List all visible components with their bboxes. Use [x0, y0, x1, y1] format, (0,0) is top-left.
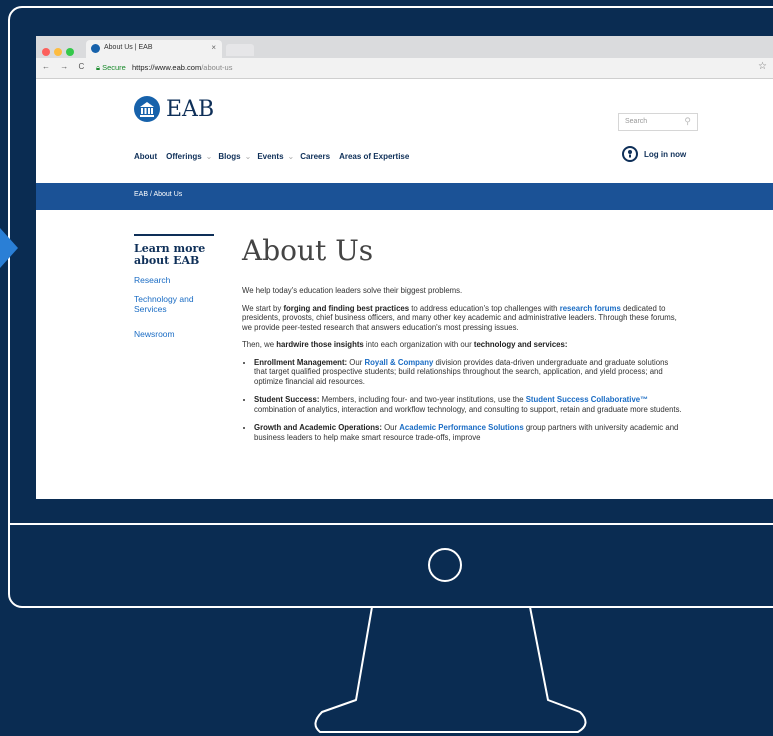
minimize-window-icon[interactable]: [54, 48, 62, 56]
nav-item-areas-of-expertise[interactable]: Areas of Expertise: [339, 152, 409, 161]
search-input[interactable]: Search ⚲: [618, 113, 698, 131]
url-path: /about-us: [201, 63, 233, 72]
chevron-down-icon: ⌄: [205, 152, 213, 161]
pointer-arrow-icon: [0, 228, 18, 268]
url-base: https://www.eab.com: [132, 63, 202, 72]
services-list: Enrollment Management: Our Royall & Comp…: [242, 358, 682, 443]
tab-title: About Us | EAB: [104, 44, 153, 51]
royall-company-link[interactable]: Royall & Company: [364, 358, 433, 367]
nav-item-about[interactable]: About: [134, 152, 157, 161]
breadcrumb-bar: EAB / About Us: [36, 183, 773, 210]
user-icon: [622, 146, 638, 162]
browser-tab-bar: About Us | EAB ×: [36, 36, 773, 58]
list-item: Growth and Academic Operations: Our Acad…: [254, 423, 682, 442]
secure-label: Secure: [102, 63, 126, 72]
nav-item-blogs[interactable]: Blogs: [218, 152, 240, 161]
academic-performance-solutions-link[interactable]: Academic Performance Solutions: [399, 423, 523, 432]
eab-favicon-icon: [91, 44, 100, 53]
address-bar: ← → C 🔒︎ Secure https://www.eab.com/abou…: [36, 58, 773, 79]
tab-close-icon[interactable]: ×: [211, 43, 216, 52]
search-placeholder: Search: [625, 118, 648, 125]
secure-indicator[interactable]: 🔒︎ Secure: [96, 63, 126, 73]
sidebar-heading: Learn more about EAB: [134, 242, 206, 267]
new-tab-button[interactable]: [226, 44, 254, 56]
nav-item-offerings[interactable]: Offerings: [166, 152, 202, 161]
list-item: Student Success: Members, including four…: [254, 395, 682, 414]
eab-logo-icon: [134, 96, 160, 122]
research-forums-link[interactable]: research forums: [560, 304, 621, 313]
search-icon[interactable]: ⚲: [684, 116, 691, 127]
chevron-down-icon: ⌄: [287, 152, 295, 161]
browser-nav-icons[interactable]: ← → C: [42, 62, 88, 71]
services-paragraph: Then, we hardwire those insights into ea…: [242, 340, 568, 349]
main-content: We help today's education leaders solve …: [242, 286, 682, 451]
login-label: Log in now: [644, 150, 687, 159]
sidebar-link-newsroom[interactable]: Newsroom: [134, 329, 214, 339]
research-paragraph: We start by forging and finding best pra…: [242, 303, 677, 332]
chevron-down-icon: ⌄: [244, 152, 252, 161]
nav-item-careers[interactable]: Careers: [300, 152, 330, 161]
intro-paragraph: We help today's education leaders solve …: [242, 286, 463, 295]
url-field[interactable]: https://www.eab.com/about-us: [132, 63, 232, 72]
logo-text: EAB: [166, 97, 215, 122]
sidebar-divider: [134, 234, 214, 236]
browser-window: About Us | EAB × ← → C 🔒︎ Secure https:/…: [36, 36, 773, 499]
sidebar-link-technology-and-services[interactable]: Technology and Services: [134, 294, 214, 314]
bookmark-star-icon[interactable]: ☆: [758, 61, 767, 72]
browser-tab[interactable]: About Us | EAB ×: [86, 40, 222, 58]
breadcrumb[interactable]: EAB / About Us: [134, 191, 182, 198]
student-success-collaborative-link[interactable]: Student Success Collaborative™: [526, 395, 648, 404]
sidebar: Learn more about EAB Research Technology …: [134, 234, 214, 339]
maximize-window-icon[interactable]: [66, 48, 74, 56]
close-window-icon[interactable]: [42, 48, 50, 56]
nav-item-events[interactable]: Events: [257, 152, 283, 161]
sidebar-link-research[interactable]: Research: [134, 275, 214, 285]
page-title: About Us: [242, 234, 374, 267]
main-navigation: About Offerings ⌄ Blogs ⌄ Events ⌄ Careers Areas…: [134, 152, 418, 161]
list-item: Enrollment Management: Our Royall & Comp…: [254, 358, 682, 387]
